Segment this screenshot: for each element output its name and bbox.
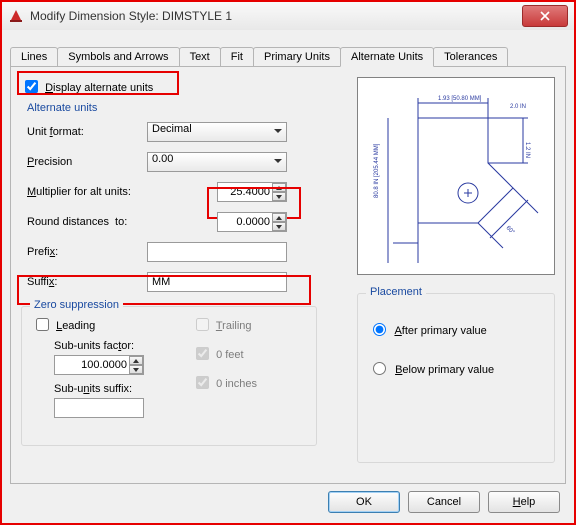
svg-text:60°: 60° [505, 225, 516, 236]
tab-text[interactable]: Text [179, 47, 221, 66]
precision-label: Precision [27, 156, 147, 168]
placement-group: Placement After primary value Below prim… [357, 289, 555, 463]
leading-label: Leading [56, 320, 95, 332]
placement-header: Placement [366, 286, 426, 298]
leading-checkbox[interactable] [36, 318, 49, 331]
dialog-body: Lines Symbols and Arrows Text Fit Primar… [2, 30, 574, 523]
below-primary-label: Below primary value [395, 364, 494, 376]
zero-inches-checkbox [196, 376, 209, 389]
unit-format-select[interactable]: Decimal [147, 122, 287, 142]
dimension-preview: 1.93 [50.80 MM] 1.2 IN 2.0 IN 80.8 IN [2… [357, 77, 555, 275]
tab-tolerances[interactable]: Tolerances [433, 47, 508, 66]
sub-units-suffix-label: Sub-units suffix: [54, 383, 192, 395]
alternate-units-header: Alternate units [27, 102, 327, 114]
zero-feet-label: 0 feet [216, 349, 244, 361]
display-alternate-units-checkbox[interactable] [25, 80, 38, 93]
tab-symbols-and-arrows[interactable]: Symbols and Arrows [57, 47, 179, 66]
window-close-button[interactable] [522, 5, 568, 27]
unit-format-label: Unit format: [27, 126, 147, 138]
button-bar: OK Cancel Help [328, 491, 560, 513]
help-button[interactable]: Help [488, 491, 560, 513]
ok-button[interactable]: OK [328, 491, 400, 513]
prefix-label: Prefix: [27, 246, 147, 258]
round-label: Round distances to: [27, 216, 167, 228]
zero-suppression-group: Zero suppression Leading Sub-units facto… [21, 306, 317, 446]
tab-alternate-units[interactable]: Alternate Units [340, 47, 434, 67]
window-title: Modify Dimension Style: DIMSTYLE 1 [30, 9, 522, 23]
round-spinner[interactable] [272, 213, 286, 231]
tab-fit[interactable]: Fit [220, 47, 254, 66]
tab-strip: Lines Symbols and Arrows Text Fit Primar… [10, 44, 566, 66]
app-icon [8, 8, 24, 24]
svg-text:80.8 IN [205.44 MM]: 80.8 IN [205.44 MM] [374, 143, 380, 198]
trailing-label: Trailing [216, 320, 252, 332]
after-primary-label: After primary value [394, 325, 486, 337]
sub-units-factor-label: Sub-units factor: [54, 340, 192, 352]
prefix-input[interactable] [147, 242, 287, 262]
zero-feet-checkbox [196, 347, 209, 360]
tab-primary-units[interactable]: Primary Units [253, 47, 341, 66]
svg-text:1.2 IN: 1.2 IN [524, 142, 530, 158]
svg-text:2.0 IN: 2.0 IN [510, 104, 526, 110]
zero-inches-label: 0 inches [216, 378, 257, 390]
after-primary-radio[interactable] [373, 323, 386, 336]
dialog-window: Modify Dimension Style: DIMSTYLE 1 Lines… [0, 0, 576, 525]
cancel-button[interactable]: Cancel [408, 491, 480, 513]
sub-units-suffix-input[interactable] [54, 398, 144, 418]
tab-lines[interactable]: Lines [10, 47, 58, 66]
multiplier-label: Multiplier for alt units: [27, 186, 167, 198]
tab-panel: 1.93 [50.80 MM] 1.2 IN 2.0 IN 80.8 IN [2… [10, 66, 566, 484]
close-icon [540, 11, 550, 21]
svg-text:1.93 [50.80 MM]: 1.93 [50.80 MM] [438, 96, 482, 102]
trailing-checkbox [196, 318, 209, 331]
below-primary-radio[interactable] [373, 362, 386, 375]
multiplier-spinner[interactable] [272, 183, 286, 201]
title-bar: Modify Dimension Style: DIMSTYLE 1 [2, 2, 574, 31]
display-alternate-units-label: Display alternate units [45, 82, 153, 94]
suffix-label: Suffix: [27, 276, 147, 288]
precision-select[interactable]: 0.00 [147, 152, 287, 172]
suffix-input[interactable] [147, 272, 287, 292]
zero-suppression-header: Zero suppression [30, 299, 123, 311]
sub-units-factor-spinner[interactable] [129, 356, 143, 374]
